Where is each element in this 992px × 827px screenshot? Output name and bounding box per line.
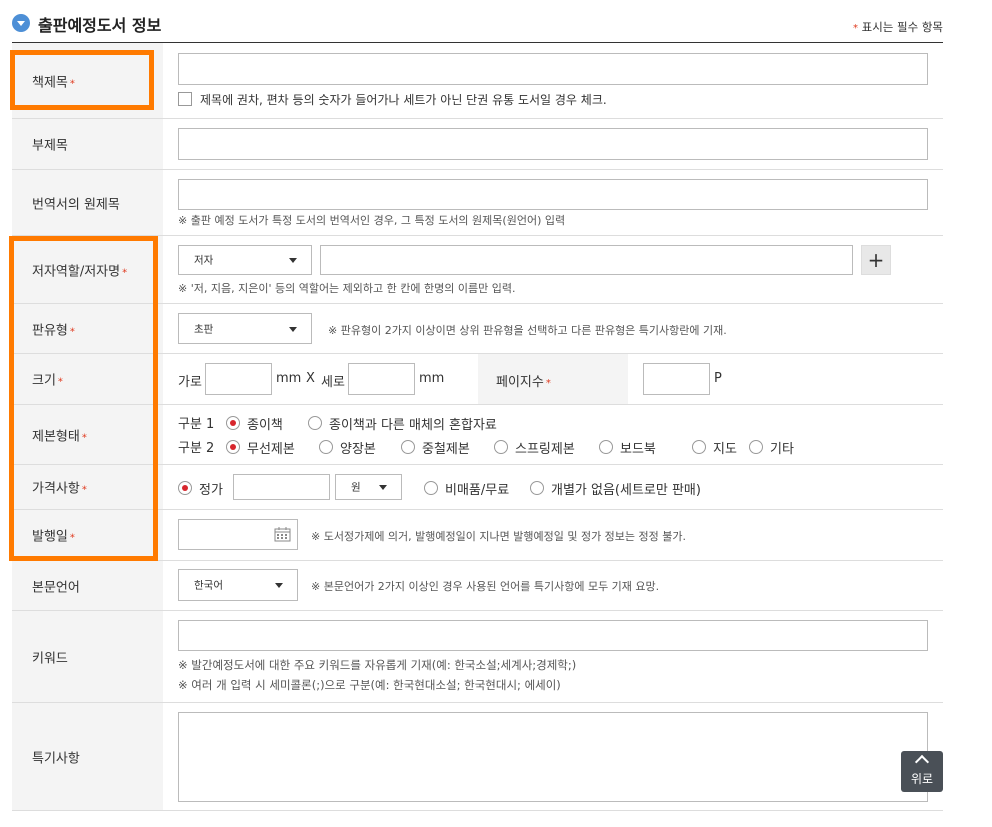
binding-g2-radio-0[interactable] — [226, 440, 240, 454]
author-name-input[interactable] — [320, 245, 853, 275]
section-title: 출판예정도서 정보 — [38, 16, 162, 35]
language-select[interactable]: 한국어 — [178, 569, 298, 601]
binding-g2-label-0: 무선제본 — [247, 442, 295, 457]
pages-label: 페이지수 * — [496, 375, 551, 390]
row-language: 본문언어 한국어 ※ 본문언어가 2가지 이상인 경우 사용된 언어를 특기사항… — [12, 561, 943, 611]
row-subtitle: 부제목 — [12, 119, 943, 170]
original-title-note: ※ 출판 예정 도서가 특정 도서의 번역서인 경우, 그 특정 도서의 원제목… — [178, 214, 566, 227]
binding-g1-radio-0[interactable] — [226, 416, 240, 430]
required-legend: * 표시는 필수 항목 — [852, 20, 943, 34]
chevron-down-icon — [275, 583, 283, 588]
binding-g2-radio-5[interactable] — [692, 440, 706, 454]
pub-date-note: ※ 도서정가제에 의거, 발행예정일이 지나면 발행예정일 및 정가 정보는 정… — [311, 530, 687, 543]
currency-select[interactable]: 원 — [335, 474, 402, 500]
no-single-price-radio[interactable] — [530, 481, 544, 495]
height-unit: mm — [419, 371, 445, 386]
binding-group2-label: 구분 2 — [178, 441, 215, 456]
binding-options: 구분 1 종이책 종이책과 다른 매체의 혼합자료 구분 2 무선제본 양장본 … — [163, 405, 943, 464]
single-volume-checkbox-label: 제목에 권차, 편차 등의 숫자가 들어가나 세트가 아닌 단권 유통 도서일 … — [200, 93, 607, 107]
width-label: 가로 — [178, 375, 202, 390]
pages-label-cell: 페이지수 * — [478, 354, 628, 404]
pages-input[interactable] — [643, 363, 710, 395]
binding-g2-radio-2[interactable] — [401, 440, 415, 454]
binding-g1-radio-1[interactable] — [308, 416, 322, 430]
section-header: 출판예정도서 정보 * 표시는 필수 항목 — [12, 10, 943, 43]
free-label: 비매품/무료 — [445, 483, 510, 498]
binding-g2-label-6: 기타 — [770, 442, 794, 457]
pub-date-input[interactable] — [178, 519, 298, 550]
free-radio[interactable] — [424, 481, 438, 495]
chevron-up-icon — [914, 754, 930, 770]
keywords-label: 키워드 — [32, 651, 68, 666]
keywords-note-2: ※ 여러 개 입력 시 세미콜론(;)으로 구분(예: 한국현대소설; 한국현대… — [178, 678, 561, 692]
binding-g2-radio-6[interactable] — [749, 440, 763, 454]
book-title-input[interactable] — [178, 53, 928, 85]
fixed-price-label: 정가 — [199, 483, 223, 498]
language-note: ※ 본문언어가 2가지 이상인 경우 사용된 언어를 특기사항에 모두 기재 요… — [311, 580, 660, 593]
scroll-top-label: 위로 — [910, 772, 934, 786]
chevron-down-icon — [289, 258, 297, 263]
binding-g1-label-0: 종이책 — [247, 418, 283, 433]
binding-g2-radio-1[interactable] — [319, 440, 333, 454]
original-title-label: 번역서의 원제목 — [32, 197, 120, 212]
price-input[interactable] — [233, 474, 330, 500]
edition-note: ※ 판유형이 2가지 이상이면 상위 판유형을 선택하고 다른 판유형은 특기사… — [328, 324, 727, 337]
row-original-title: 번역서의 원제목 ※ 출판 예정 도서가 특정 도서의 번역서인 경우, 그 특… — [12, 170, 943, 236]
scroll-top-button[interactable]: 위로 — [901, 751, 943, 792]
calendar-icon[interactable] — [274, 526, 291, 542]
add-author-button[interactable]: + — [861, 245, 891, 275]
height-label: 세로 — [321, 375, 345, 390]
row-keywords: 키워드 ※ 발간예정도서에 대한 주요 키워드를 자유롭게 기재(예: 한국소설… — [12, 611, 943, 703]
chevron-down-icon — [289, 326, 297, 332]
highlight-book-title — [10, 50, 154, 110]
keywords-note-1: ※ 발간예정도서에 대한 주요 키워드를 자유롭게 기재(예: 한국소설;세계사… — [178, 658, 577, 672]
binding-group1-label: 구분 1 — [178, 417, 215, 432]
highlight-required-group — [9, 236, 158, 561]
binding-g2-label-4: 보드북 — [620, 442, 656, 457]
remarks-label: 특기사항 — [32, 751, 80, 766]
chevron-down-circle-icon — [12, 14, 30, 32]
author-role-select[interactable]: 저자 — [178, 245, 312, 275]
fixed-price-radio[interactable] — [178, 481, 192, 495]
single-volume-checkbox[interactable] — [178, 92, 192, 106]
pages-unit: P — [714, 371, 722, 386]
binding-g2-label-5: 지도 — [713, 442, 737, 457]
height-input[interactable] — [348, 363, 415, 395]
times-sign: X — [306, 371, 315, 386]
width-input[interactable] — [205, 363, 272, 395]
edition-select[interactable]: 초판 — [178, 313, 312, 344]
original-title-input[interactable] — [178, 179, 928, 210]
remarks-textarea[interactable] — [178, 712, 928, 802]
binding-g1-label-1: 종이책과 다른 매체의 혼합자료 — [329, 418, 497, 433]
binding-g2-label-2: 중철제본 — [422, 442, 470, 457]
author-note: ※ '저, 지음, 지은이' 등의 역할어는 제외하고 한 칸에 한명의 이름만… — [178, 282, 516, 295]
language-label: 본문언어 — [32, 580, 80, 595]
subtitle-input[interactable] — [178, 128, 928, 160]
binding-g2-radio-4[interactable] — [599, 440, 613, 454]
width-unit: mm — [276, 371, 302, 386]
no-single-price-label: 개별가 없음(세트로만 판매) — [551, 483, 701, 498]
binding-g2-label-1: 양장본 — [340, 442, 376, 457]
subtitle-label: 부제목 — [32, 138, 68, 154]
chevron-down-icon — [379, 485, 387, 490]
binding-g2-label-3: 스프링제본 — [515, 442, 575, 457]
row-remarks: 특기사항 — [12, 703, 943, 811]
keywords-input[interactable] — [178, 620, 928, 651]
binding-g2-radio-3[interactable] — [494, 440, 508, 454]
